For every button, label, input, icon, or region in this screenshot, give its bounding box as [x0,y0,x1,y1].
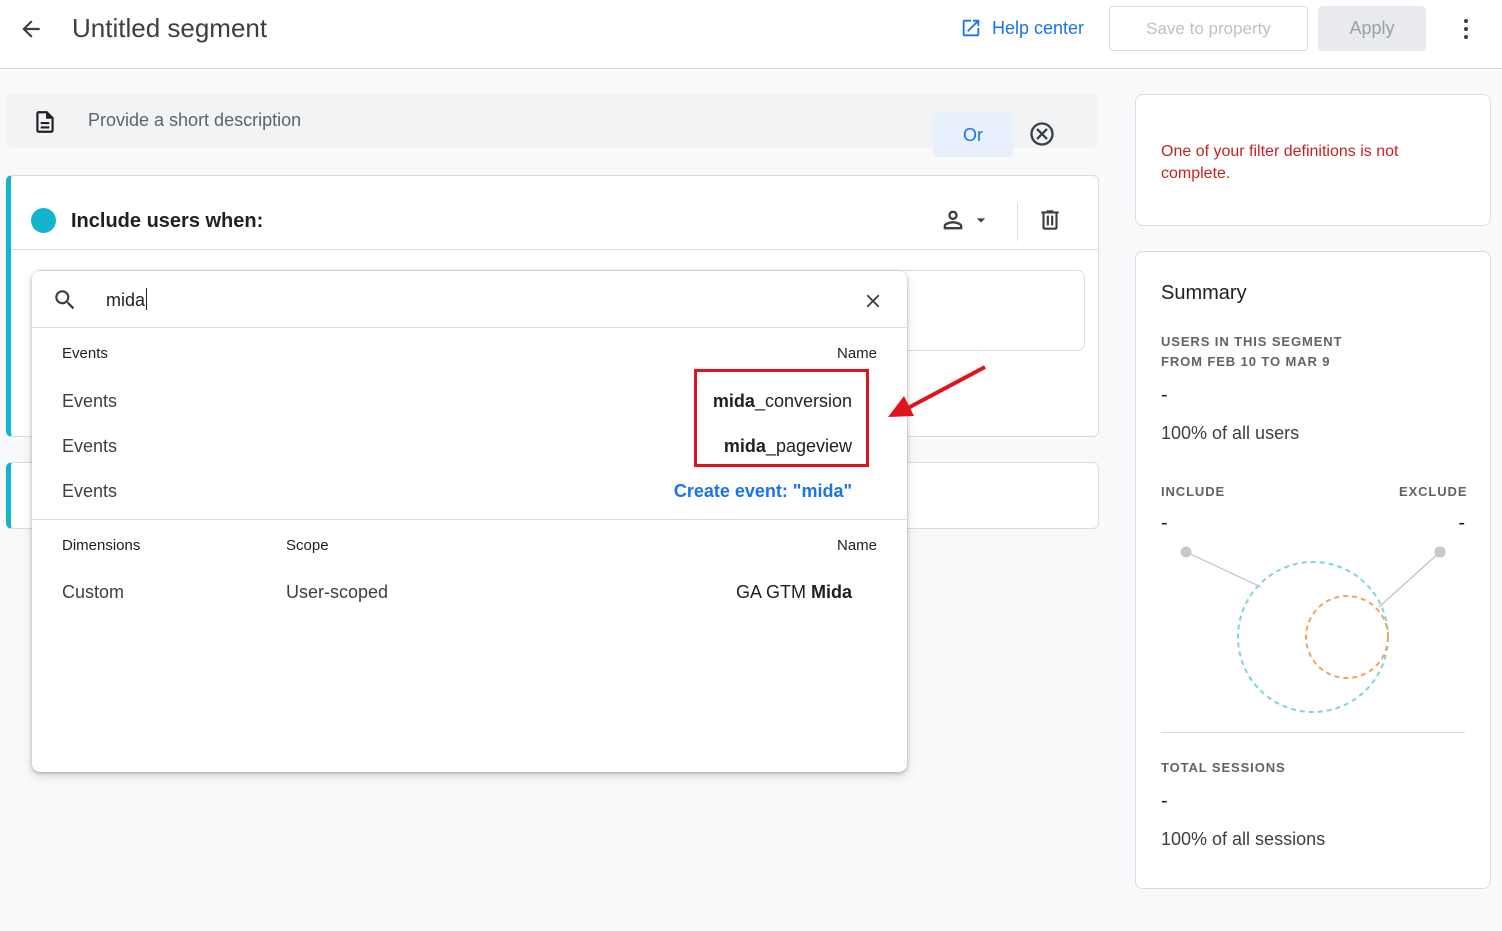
create-event-row[interactable]: Events Create event: "mida" [32,468,907,512]
validation-warning-card: One of your filter definitions is not co… [1135,94,1491,226]
scope-selector[interactable] [939,206,991,234]
users-caption: USERS IN THIS SEGMENT FROM FEB 10 TO MAR… [1161,334,1343,369]
apply-button[interactable]: Apply [1318,6,1426,51]
trash-icon[interactable] [1037,206,1063,234]
annotation-arrow-icon [888,365,986,417]
search-bar [32,271,907,328]
divider [32,519,907,520]
search-icon [55,290,75,310]
annotation-highlight-box [694,369,869,467]
cancel-circle-icon[interactable] [1028,120,1056,148]
search-input[interactable] [106,285,806,315]
person-icon [943,210,963,230]
arrow-back-icon [22,20,40,38]
sessions-percentage: 100% of all sessions [1161,829,1326,849]
segment-color-dot [31,208,56,233]
divider [1017,203,1018,241]
scope-column-header: Scope [286,537,329,554]
dimension-search-dropdown: Events Name Events mida_conversion Event… [32,271,907,772]
dropdown-arrow-icon [976,218,986,223]
include-label: INCLUDE [1161,484,1226,499]
page-title: Untitled segment [72,13,268,43]
sessions-value: - [1161,790,1168,812]
condition-heading: Include users when: [71,210,264,232]
name-column-header: Name [836,345,877,362]
result-category: Events [62,391,118,411]
summary-title: Summary [1161,282,1247,304]
result-row-ga-gtm-mida[interactable]: Custom User-scoped GA GTM Mida [32,569,907,613]
help-center-label: Help center [992,17,1085,38]
exclude-label: EXCLUDE [1399,484,1468,499]
create-event-link[interactable]: Create event: "mida" [552,481,852,502]
summary-card: Summary USERS IN THIS SEGMENT FROM FEB 1… [1135,251,1491,889]
result-category: Events [62,436,118,456]
result-category: Events [62,481,118,501]
dimensions-column-header: Dimensions [62,537,141,554]
result-scope: User-scoped [286,582,389,602]
close-icon[interactable] [862,290,884,312]
divider [1161,732,1465,733]
venn-diagram [1180,546,1446,713]
more-vert-icon[interactable] [1452,14,1480,44]
back-button[interactable] [14,12,48,46]
result-name: GA GTM Mida [735,582,852,602]
sessions-caption: TOTAL SESSIONS [1161,760,1286,775]
users-value: - [1161,384,1168,406]
save-to-property-button[interactable]: Save to property [1109,6,1308,51]
users-percentage: 100% of all users [1161,423,1300,443]
name-column-header: Name [836,537,877,554]
top-bar: Untitled segment Help center Save to pro… [0,0,1502,69]
or-button[interactable]: Or [933,113,1013,157]
events-column-header: Events [62,345,108,362]
divider [11,249,1099,250]
text-cursor [146,288,147,310]
open-in-new-icon [962,19,980,37]
description-placeholder: Provide a short description [88,110,302,130]
description-icon [36,111,54,133]
warning-message: One of your filter definitions is not co… [1161,143,1399,182]
result-category: Custom [62,582,125,602]
help-center-link[interactable]: Help center [960,17,1084,39]
